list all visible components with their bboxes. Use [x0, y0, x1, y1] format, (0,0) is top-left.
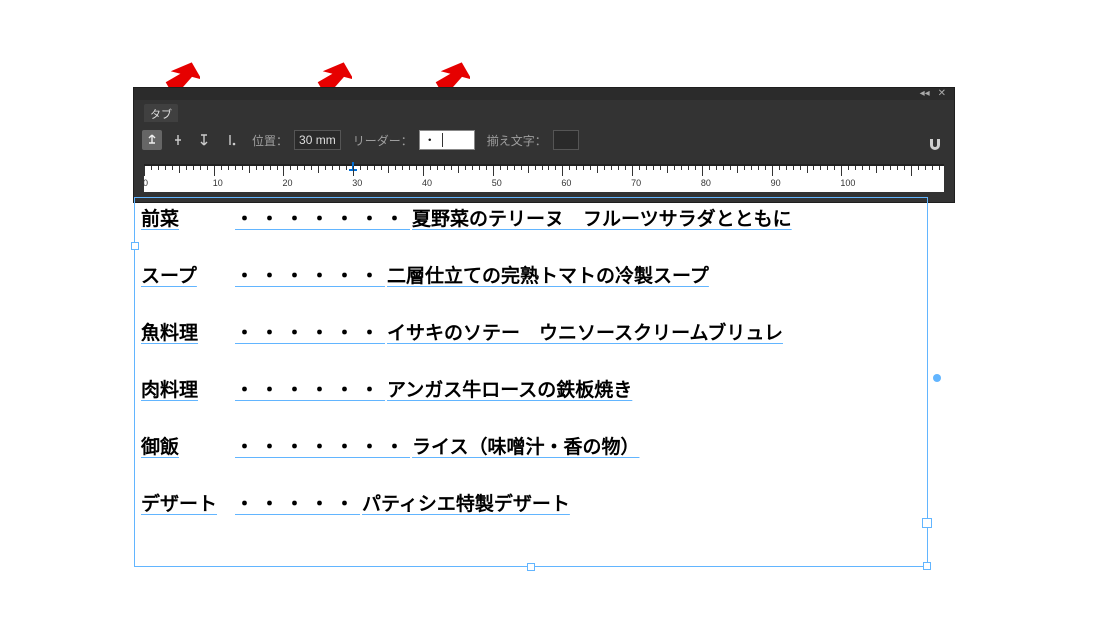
text-frame[interactable]: 前菜・・・・・・・夏野菜のテリーヌ フルーツサラダとともにスープ・・・・・・二層…: [134, 197, 928, 567]
close-icon[interactable]: ✕: [938, 89, 946, 99]
resize-handle-bottom[interactable]: [527, 563, 535, 571]
menu-item: 二層仕立ての完熟トマトの冷製スープ: [387, 261, 709, 288]
ruler-number: 90: [771, 178, 781, 188]
position-input[interactable]: 30 mm: [294, 130, 341, 150]
menu-category: 御飯: [141, 432, 233, 459]
align-char-label: 揃え文字：: [487, 132, 547, 149]
right-tabstop-button[interactable]: [194, 130, 214, 150]
frame-dot[interactable]: [933, 374, 941, 382]
outport-handle[interactable]: [922, 518, 932, 528]
ruler-number: 70: [631, 178, 641, 188]
leader-dots: ・・・・・・: [233, 375, 387, 402]
ruler-number: 100: [840, 178, 855, 188]
menu-line: デザート・・・・・パティシエ特製デザート: [141, 489, 921, 516]
leader-dots: ・・・・・・・: [233, 432, 412, 459]
position-label: 位置：: [252, 132, 288, 149]
left-tabstop-button[interactable]: [142, 130, 162, 150]
menu-item: 夏野菜のテリーヌ フルーツサラダとともに: [412, 204, 792, 231]
leader-dots: ・・・・・・: [233, 318, 387, 345]
ruler-number: 20: [282, 178, 292, 188]
menu-line: 御飯・・・・・・・ライス（味噌汁・香の物）: [141, 432, 921, 459]
menu-item: イサキのソテー ウニソースクリームブリュレ: [387, 318, 783, 345]
leader-dots: ・・・・・・・: [233, 204, 412, 231]
align-char-input[interactable]: [553, 130, 579, 150]
ruler-number: 40: [422, 178, 432, 188]
menu-item: パティシエ特製デザート: [362, 489, 570, 516]
decimal-tabstop-button[interactable]: [220, 130, 240, 150]
tabs-panel: ◂◂ ✕ タブ 位置： 30 mm リーダー： ・ 揃え文字： 0 10 20 30 4…: [133, 87, 955, 203]
leader-label: リーダー：: [353, 132, 413, 149]
tab-tabs[interactable]: タブ: [144, 104, 178, 122]
leader-dots: ・・・・・: [233, 489, 362, 516]
center-tabstop-button[interactable]: [168, 130, 188, 150]
ruler-number: 50: [492, 178, 502, 188]
menu-category: 前菜: [141, 204, 233, 231]
ruler[interactable]: 0 10 20 30 40 50 60 70 80 90 100: [144, 164, 944, 192]
ruler-number: 80: [701, 178, 711, 188]
ruler-number: 10: [213, 178, 223, 188]
snap-magnet-button[interactable]: [924, 134, 946, 156]
leader-input[interactable]: ・: [419, 130, 475, 150]
menu-category: 魚料理: [141, 318, 233, 345]
menu-category: デザート: [141, 489, 233, 516]
ruler-number: 0: [143, 178, 148, 188]
menu-category: スープ: [141, 261, 233, 288]
text-content: 前菜・・・・・・・夏野菜のテリーヌ フルーツサラダとともにスープ・・・・・・二層…: [135, 198, 927, 516]
menu-category: 肉料理: [141, 375, 233, 402]
menu-line: スープ・・・・・・二層仕立ての完熟トマトの冷製スープ: [141, 261, 921, 288]
menu-line: 魚料理・・・・・・イサキのソテー ウニソースクリームブリュレ: [141, 318, 921, 345]
ruler-number: 60: [561, 178, 571, 188]
menu-item: アンガス牛ロースの鉄板焼き: [387, 375, 632, 402]
menu-item: ライス（味噌汁・香の物）: [412, 432, 639, 459]
resize-handle-br[interactable]: [923, 562, 931, 570]
collapse-icon[interactable]: ◂◂: [920, 89, 930, 99]
leader-dots: ・・・・・・: [233, 261, 387, 288]
menu-line: 肉料理・・・・・・アンガス牛ロースの鉄板焼き: [141, 375, 921, 402]
inport-handle[interactable]: [131, 242, 139, 250]
menu-line: 前菜・・・・・・・夏野菜のテリーヌ フルーツサラダとともに: [141, 204, 921, 231]
ruler-number: 30: [352, 178, 362, 188]
